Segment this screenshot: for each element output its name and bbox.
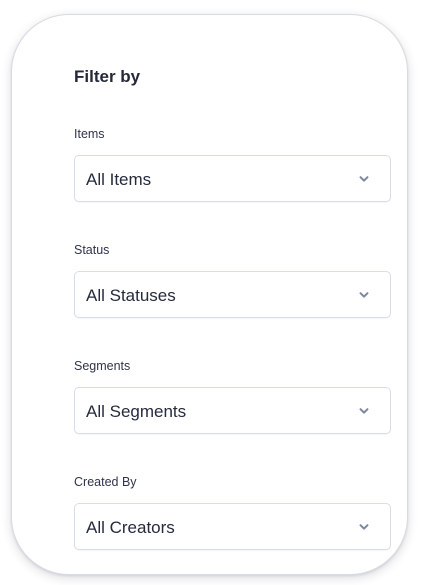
status-label: Status [74, 243, 110, 257]
created-by-selected-value: All Creators [86, 518, 175, 537]
chevron-down-icon [357, 288, 371, 302]
chevron-down-icon [357, 404, 371, 418]
chevron-down-icon [357, 520, 371, 534]
filter-title: Filter by [74, 67, 141, 86]
items-selected-value: All Items [86, 170, 152, 189]
status-select[interactable]: All Statuses [74, 271, 391, 318]
status-selected-value: All Statuses [86, 286, 176, 305]
items-select[interactable]: All Items [74, 155, 391, 202]
filter-card: Filter by Items All Items Status All Sta… [11, 14, 408, 575]
items-label: Items [74, 127, 105, 141]
segments-selected-value: All Segments [86, 402, 187, 421]
segments-select[interactable]: All Segments [74, 387, 391, 434]
segments-label: Segments [74, 359, 131, 373]
created-by-select[interactable]: All Creators [74, 503, 391, 550]
chevron-down-icon [357, 172, 371, 186]
created-by-label: Created By [74, 475, 137, 489]
